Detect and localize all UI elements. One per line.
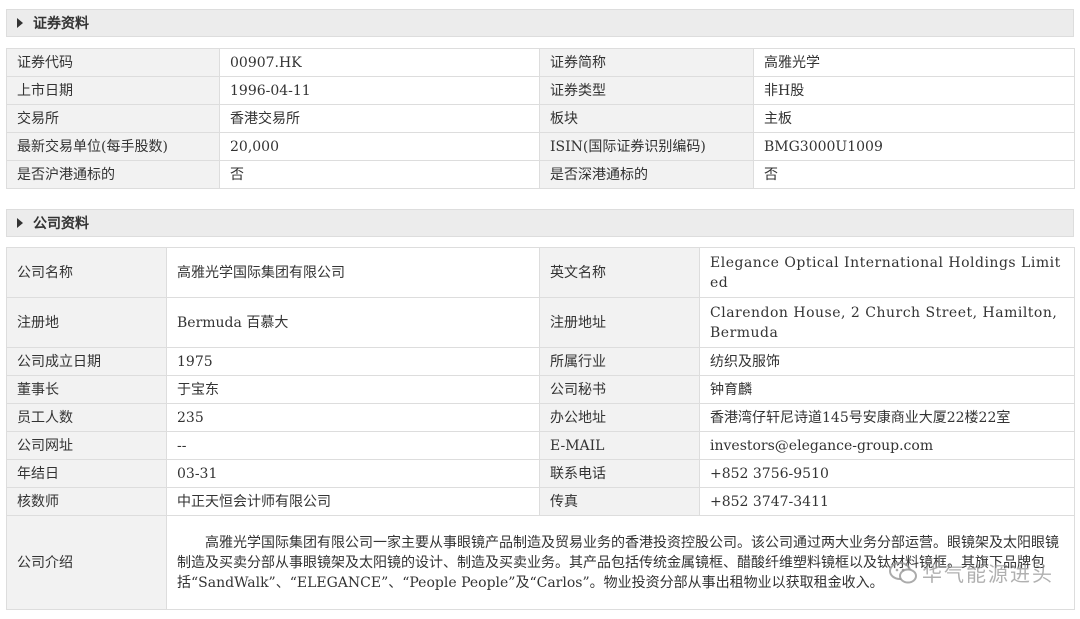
field-value: BMG3000U1009 bbox=[753, 132, 1075, 161]
company-row: 年结日 03-31 联系电话 +852 3756-9510 bbox=[6, 459, 1075, 488]
field-label: 注册地址 bbox=[539, 297, 700, 348]
securities-table: 证券代码 00907.HK 证券简称 高雅光学 上市日期 1996-04-11 证券类型 非H… bbox=[6, 48, 1075, 189]
field-label: 年结日 bbox=[6, 459, 167, 488]
field-value: 20,000 bbox=[219, 132, 540, 161]
field-label: 核数师 bbox=[6, 487, 167, 516]
field-label: 证券代码 bbox=[6, 48, 220, 77]
company-row: 核数师 中正天恒会计师有限公司 传真 +852 3747-3411 bbox=[6, 487, 1075, 516]
field-value: 1996-04-11 bbox=[219, 76, 540, 105]
field-label: 交易所 bbox=[6, 104, 220, 133]
field-value: 00907.HK bbox=[219, 48, 540, 77]
field-label: 传真 bbox=[539, 487, 700, 516]
field-value: 主板 bbox=[753, 104, 1075, 133]
securities-section-header[interactable]: 证券资料 bbox=[6, 9, 1074, 37]
field-label: 上市日期 bbox=[6, 76, 220, 105]
intro-text: 高雅光学国际集团有限公司一家主要从事眼镜产品制造及贸易业务的香港投资控股公司。该… bbox=[166, 515, 1075, 610]
field-value: 非H股 bbox=[753, 76, 1075, 105]
field-value: 纺织及服饰 bbox=[699, 347, 1075, 376]
company-row: 员工人数 235 办公地址 香港湾仔轩尼诗道145号安康商业大厦22楼22室 bbox=[6, 403, 1075, 432]
field-value: 235 bbox=[166, 403, 540, 432]
field-value: 香港湾仔轩尼诗道145号安康商业大厦22楼22室 bbox=[699, 403, 1075, 432]
securities-row: 证券代码 00907.HK 证券简称 高雅光学 bbox=[6, 48, 1075, 77]
company-row: 注册地 Bermuda 百慕大 注册地址 Clarendon House, 2 Chu… bbox=[6, 297, 1075, 348]
field-label: ISIN(国际证券识别编码) bbox=[539, 132, 754, 161]
company-intro-row: 公司介绍 高雅光学国际集团有限公司一家主要从事眼镜产品制造及贸易业务的香港投资控… bbox=[6, 515, 1075, 610]
field-label: 板块 bbox=[539, 104, 754, 133]
field-value: 高雅光学国际集团有限公司 bbox=[166, 247, 540, 298]
field-label: 公司成立日期 bbox=[6, 347, 167, 376]
company-row: 公司名称 高雅光学国际集团有限公司 英文名称 Elegance Optical Int… bbox=[6, 247, 1075, 298]
field-label: 所属行业 bbox=[539, 347, 700, 376]
field-label: 办公地址 bbox=[539, 403, 700, 432]
field-label: 公司名称 bbox=[6, 247, 167, 298]
field-value: 03-31 bbox=[166, 459, 540, 488]
securities-row: 最新交易单位(每手股数) 20,000 ISIN(国际证券识别编码) BMG3000U… bbox=[6, 132, 1075, 161]
field-value: 钟育麟 bbox=[699, 375, 1075, 404]
field-value: -- bbox=[166, 431, 540, 460]
field-value: Elegance Optical International Holdings … bbox=[699, 247, 1075, 298]
intro-label: 公司介绍 bbox=[6, 515, 167, 610]
securities-row: 是否沪港通标的否是否深港通标的否 bbox=[6, 160, 1075, 189]
field-value: 高雅光学 bbox=[753, 48, 1075, 77]
field-value: investors@elegance-group.com bbox=[699, 431, 1075, 460]
field-label: 公司网址 bbox=[6, 431, 167, 460]
securities-section-title: 证券资料 bbox=[33, 16, 89, 32]
field-label: 员工人数 bbox=[6, 403, 167, 432]
company-row: 公司网址 -- E-MAIL investors@elegance-group.com bbox=[6, 431, 1075, 460]
company-row: 公司成立日期 1975 所属行业 纺织及服饰 bbox=[6, 347, 1075, 376]
field-label: E-MAIL bbox=[539, 431, 700, 460]
field-value: +852 3747-3411 bbox=[699, 487, 1075, 516]
field-value: Clarendon House, 2 Church Street, Hamilt… bbox=[699, 297, 1075, 348]
field-label: 证券类型 bbox=[539, 76, 754, 105]
field-label: 联系电话 bbox=[539, 459, 700, 488]
field-value: 中正天恒会计师有限公司 bbox=[166, 487, 540, 516]
collapse-triangle-icon[interactable] bbox=[17, 18, 23, 28]
field-label: 公司秘书 bbox=[539, 375, 700, 404]
field-value: 1975 bbox=[166, 347, 540, 376]
field-label: 是否深港通标的 bbox=[539, 160, 754, 189]
field-value: 香港交易所 bbox=[219, 104, 540, 133]
company-section-title: 公司资料 bbox=[33, 216, 89, 232]
company-row: 董事长 于宝东 公司秘书 钟育麟 bbox=[6, 375, 1075, 404]
company-table: 公司名称 高雅光学国际集团有限公司 英文名称 Elegance Optical Int… bbox=[6, 247, 1075, 610]
field-value: +852 3756-9510 bbox=[699, 459, 1075, 488]
collapse-triangle-icon[interactable] bbox=[17, 218, 23, 228]
field-label: 证券简称 bbox=[539, 48, 754, 77]
field-label: 董事长 bbox=[6, 375, 167, 404]
field-value: 否 bbox=[219, 160, 540, 189]
field-label: 是否沪港通标的 bbox=[6, 160, 220, 189]
field-label: 英文名称 bbox=[539, 247, 700, 298]
field-value: 于宝东 bbox=[166, 375, 540, 404]
field-label: 最新交易单位(每手股数) bbox=[6, 132, 220, 161]
securities-row: 交易所 香港交易所 板块 主板 bbox=[6, 104, 1075, 133]
securities-row: 上市日期 1996-04-11 证券类型 非H股 bbox=[6, 76, 1075, 105]
company-section-header[interactable]: 公司资料 bbox=[6, 209, 1074, 237]
field-value: 否 bbox=[753, 160, 1075, 189]
field-value: Bermuda 百慕大 bbox=[166, 297, 540, 348]
field-label: 注册地 bbox=[6, 297, 167, 348]
